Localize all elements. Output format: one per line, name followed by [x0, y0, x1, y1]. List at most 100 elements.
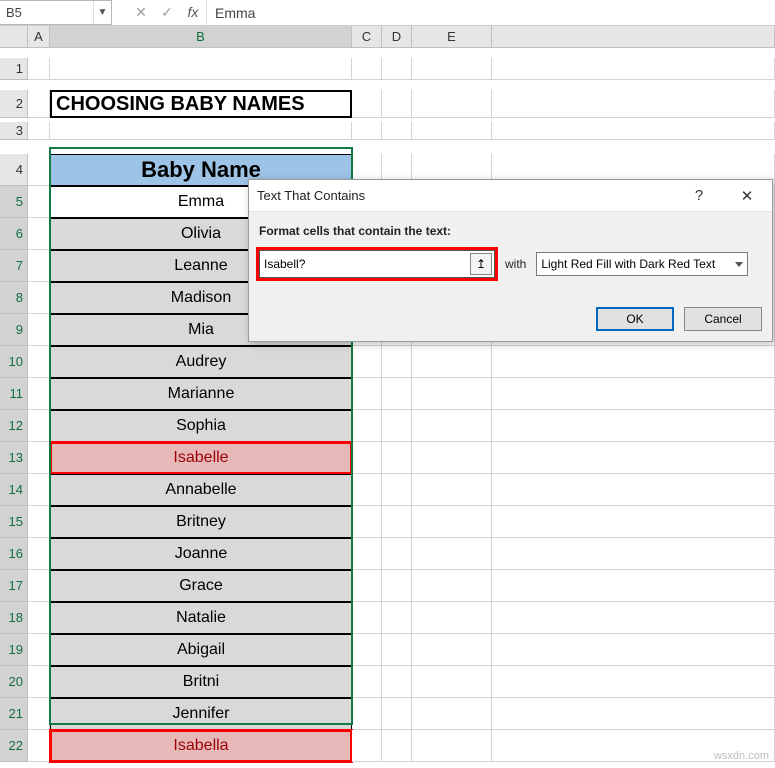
ok-button[interactable]: OK — [596, 307, 674, 331]
table-row[interactable]: Britney — [50, 506, 352, 538]
cell[interactable] — [382, 570, 412, 602]
cell[interactable] — [492, 474, 775, 506]
cell[interactable] — [382, 90, 412, 118]
row-header[interactable]: 3 — [0, 122, 28, 140]
cell[interactable] — [352, 378, 382, 410]
cell[interactable] — [352, 506, 382, 538]
cell[interactable] — [412, 730, 492, 762]
row-header[interactable]: 1 — [0, 58, 28, 80]
cell[interactable] — [412, 570, 492, 602]
cell[interactable] — [412, 506, 492, 538]
cell[interactable] — [492, 506, 775, 538]
cell[interactable] — [382, 730, 412, 762]
cancel-icon[interactable]: ✕ — [128, 0, 154, 25]
cell[interactable] — [352, 698, 382, 730]
row-header[interactable]: 19 — [0, 634, 28, 666]
cell[interactable] — [382, 58, 412, 80]
column-header[interactable]: E — [412, 26, 492, 48]
cell[interactable] — [28, 506, 50, 538]
cell[interactable] — [492, 442, 775, 474]
cell[interactable] — [28, 282, 50, 314]
cell[interactable] — [412, 58, 492, 80]
cell[interactable] — [352, 346, 382, 378]
cell[interactable] — [492, 538, 775, 570]
cell[interactable] — [412, 378, 492, 410]
row-header[interactable]: 11 — [0, 378, 28, 410]
dialog-titlebar[interactable]: Text That Contains ? ✕ — [249, 180, 772, 212]
confirm-icon[interactable]: ✓ — [154, 0, 180, 25]
cell[interactable] — [382, 506, 412, 538]
chevron-down-icon[interactable]: ▼ — [93, 1, 111, 24]
cell[interactable] — [352, 538, 382, 570]
row-header[interactable]: 21 — [0, 698, 28, 730]
cell[interactable] — [412, 698, 492, 730]
column-header[interactable]: D — [382, 26, 412, 48]
row-header[interactable]: 9 — [0, 314, 28, 346]
cell[interactable] — [492, 122, 775, 140]
cell[interactable] — [412, 474, 492, 506]
table-row[interactable]: Jennifer — [50, 698, 352, 730]
cancel-button[interactable]: Cancel — [684, 307, 762, 331]
cell[interactable] — [28, 218, 50, 250]
cell[interactable] — [382, 698, 412, 730]
cell[interactable] — [50, 58, 352, 80]
cell[interactable] — [28, 538, 50, 570]
table-row[interactable]: Isabelle — [50, 442, 352, 474]
cell[interactable] — [492, 346, 775, 378]
cell[interactable] — [28, 186, 50, 218]
cell[interactable] — [352, 474, 382, 506]
cell[interactable] — [28, 122, 50, 140]
column-header[interactable]: C — [352, 26, 382, 48]
cell[interactable] — [28, 314, 50, 346]
table-row[interactable]: Annabelle — [50, 474, 352, 506]
cell[interactable] — [492, 90, 775, 118]
cell[interactable] — [382, 666, 412, 698]
table-row[interactable]: Audrey — [50, 346, 352, 378]
table-row[interactable]: Sophia — [50, 410, 352, 442]
cell[interactable] — [382, 346, 412, 378]
cell[interactable] — [28, 730, 50, 762]
table-row[interactable]: Grace — [50, 570, 352, 602]
row-header[interactable]: 7 — [0, 250, 28, 282]
table-row[interactable]: Isabella — [50, 730, 352, 762]
cell[interactable] — [382, 378, 412, 410]
fx-icon[interactable]: fx — [180, 0, 206, 25]
table-row[interactable]: Abigail — [50, 634, 352, 666]
cell[interactable] — [352, 666, 382, 698]
cell[interactable] — [412, 602, 492, 634]
table-row[interactable]: Marianne — [50, 378, 352, 410]
cell[interactable] — [28, 250, 50, 282]
row-header[interactable]: 6 — [0, 218, 28, 250]
row-header[interactable]: 22 — [0, 730, 28, 762]
table-row[interactable]: Joanne — [50, 538, 352, 570]
cell[interactable] — [412, 666, 492, 698]
row-header[interactable]: 14 — [0, 474, 28, 506]
cell[interactable] — [28, 602, 50, 634]
column-header[interactable] — [492, 26, 775, 48]
cell[interactable] — [28, 570, 50, 602]
cell[interactable] — [412, 410, 492, 442]
cell[interactable] — [352, 90, 382, 118]
cell[interactable] — [412, 90, 492, 118]
table-row[interactable]: Britni — [50, 666, 352, 698]
cell[interactable] — [382, 442, 412, 474]
formula-input[interactable]: Emma — [206, 0, 775, 25]
page-title[interactable]: CHOOSING BABY NAMES — [50, 90, 352, 118]
cell[interactable] — [28, 666, 50, 698]
row-header[interactable]: 12 — [0, 410, 28, 442]
row-header[interactable]: 17 — [0, 570, 28, 602]
cell[interactable] — [412, 634, 492, 666]
cell[interactable] — [382, 474, 412, 506]
cell[interactable] — [28, 90, 50, 118]
cell[interactable] — [28, 442, 50, 474]
row-header[interactable]: 18 — [0, 602, 28, 634]
cell[interactable] — [492, 58, 775, 80]
cell[interactable] — [412, 346, 492, 378]
row-header[interactable]: 15 — [0, 506, 28, 538]
cell[interactable] — [492, 602, 775, 634]
cell[interactable] — [352, 58, 382, 80]
cell[interactable] — [492, 634, 775, 666]
cell[interactable] — [412, 538, 492, 570]
cell[interactable] — [28, 154, 50, 186]
range-collapse-icon[interactable]: ↥ — [470, 253, 492, 275]
